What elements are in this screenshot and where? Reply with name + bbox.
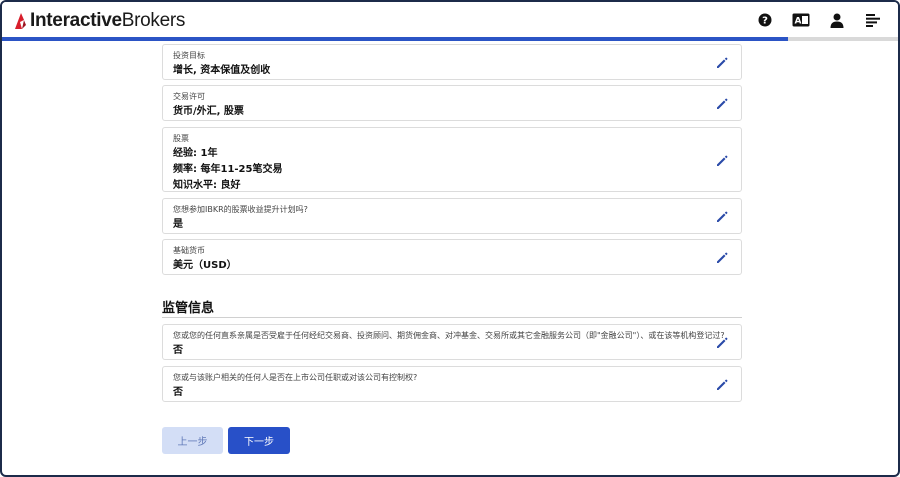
- help-icon[interactable]: ?: [756, 11, 774, 29]
- edit-pencil-icon[interactable]: [715, 96, 729, 110]
- logo-flame-icon: [15, 13, 26, 29]
- card-label: 基础货币: [173, 246, 205, 255]
- logo-text-regular: Brokers: [121, 10, 186, 31]
- user-icon[interactable]: [828, 11, 846, 29]
- card-label: 您想参加IBKR的股票收益提升计划吗?: [173, 205, 308, 214]
- card-label: 您或您的任何直系亲属是否受雇于任何经纪交易商、投资顾问、期货佣金商、对冲基金、交…: [173, 331, 725, 340]
- card-value: 经验: 1年: [173, 148, 218, 159]
- edit-pencil-icon[interactable]: [715, 377, 729, 391]
- menu-icon[interactable]: [864, 11, 882, 29]
- card-value: 频率: 每年11-25笔交易: [173, 164, 283, 175]
- card-value: 货币/外汇, 股票: [173, 106, 244, 117]
- info-card: 您或您的任何直系亲属是否受雇于任何经纪交易商、投资顾问、期货佣金商、对冲基金、交…: [162, 324, 742, 360]
- logo[interactable]: InteractiveBrokers: [12, 10, 185, 32]
- card-label: 交易许可: [173, 92, 205, 101]
- info-card: 您或与该账户相关的任何人是否在上市公司任职或对该公司有控制权? 否: [162, 366, 742, 402]
- next-button[interactable]: 下一步: [228, 427, 290, 454]
- edit-pencil-icon[interactable]: [715, 153, 729, 167]
- info-card: 股票经验: 1年频率: 每年11-25笔交易 知识水平: 良好: [162, 127, 742, 192]
- edit-pencil-icon[interactable]: [715, 209, 729, 223]
- language-icon[interactable]: A: [792, 11, 810, 29]
- app-window: InteractiveBrokers ? A 投资目标 增长, 资本保值及创收 交易…: [0, 0, 900, 477]
- card-value: 否: [173, 345, 183, 356]
- info-card: 您想参加IBKR的股票收益提升计划吗? 是: [162, 198, 742, 234]
- card-value: 美元（USD）: [173, 260, 237, 271]
- info-card: 投资目标增长, 资本保值及创收: [162, 44, 742, 80]
- progress-fill: [2, 37, 788, 41]
- top-header: InteractiveBrokers ? A: [2, 2, 898, 38]
- card-value: 否: [173, 387, 183, 398]
- card-value: 知识水平: 良好: [173, 180, 241, 191]
- regulatory-section-title: 监管信息: [162, 301, 215, 316]
- edit-pencil-icon[interactable]: [715, 55, 729, 69]
- progress-bar: [2, 37, 898, 41]
- card-label: 您或与该账户相关的任何人是否在上市公司任职或对该公司有控制权?: [173, 373, 418, 382]
- info-card: 交易许可货币/外汇, 股票: [162, 85, 742, 121]
- back-button[interactable]: 上一步: [162, 427, 223, 454]
- card-label: 股票: [173, 134, 189, 143]
- edit-pencil-icon[interactable]: [715, 335, 729, 349]
- card-value: 增长, 资本保值及创收: [173, 65, 271, 76]
- card-label: 投资目标: [173, 51, 205, 60]
- section-divider: [162, 317, 742, 318]
- info-card: 基础货币美元（USD）: [162, 239, 742, 275]
- edit-pencil-icon[interactable]: [715, 250, 729, 264]
- language-icon-glyph: A: [795, 17, 802, 27]
- card-value: 是: [173, 219, 183, 230]
- header-icons: ? A: [756, 11, 882, 29]
- logo-text-bold: Interactive: [30, 10, 122, 31]
- svg-text:?: ?: [762, 16, 768, 27]
